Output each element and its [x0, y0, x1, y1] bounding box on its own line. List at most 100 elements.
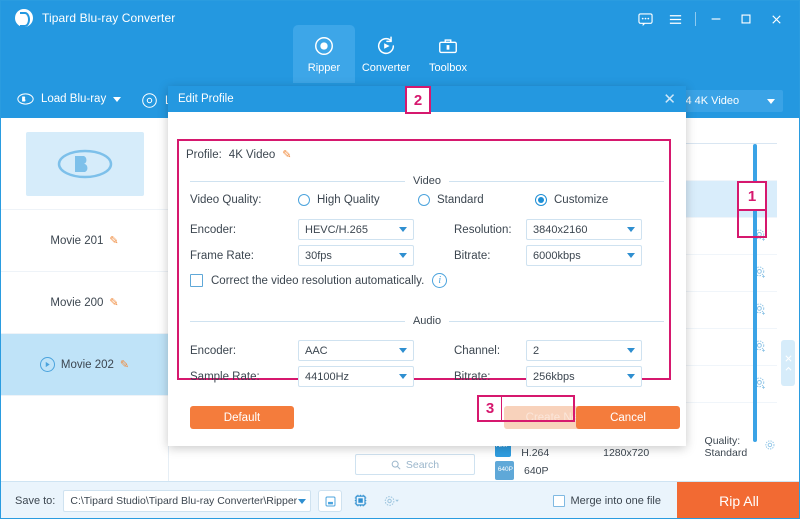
tab-ripper-label: Ripper — [307, 61, 341, 74]
video-framerate-value: 30fps — [305, 249, 332, 262]
movie-list-item[interactable]: Movie 200 ✎ — [1, 272, 168, 334]
video-quality-label: Video Quality: — [190, 194, 262, 206]
chevron-down-icon[interactable] — [399, 374, 407, 379]
video-resolution-select[interactable]: 3840x2160 — [526, 219, 642, 240]
radio-standard[interactable]: Standard — [418, 194, 535, 206]
preset-name: 640P — [524, 464, 549, 477]
edit-pencil-icon[interactable]: ✎ — [120, 358, 129, 371]
chevron-down-icon[interactable] — [627, 227, 635, 232]
video-section-divider: Video — [190, 175, 664, 187]
tab-converter[interactable]: Converter — [355, 25, 417, 83]
annotation-marker-2: 2 — [405, 86, 431, 114]
profile-label: Profile: — [186, 148, 222, 161]
search-input[interactable]: Search — [355, 454, 475, 475]
default-button[interactable]: Default — [190, 406, 294, 429]
feedback-icon[interactable] — [630, 7, 660, 31]
tab-toolbox[interactable]: Toolbox — [417, 25, 479, 83]
audio-section-label: Audio — [412, 315, 442, 327]
search-placeholder: Search — [405, 458, 440, 471]
edit-pencil-icon[interactable]: ✎ — [109, 234, 118, 247]
menu-icon[interactable] — [660, 7, 690, 31]
rip-all-button[interactable]: Rip All — [677, 481, 799, 518]
minimize-icon[interactable] — [701, 7, 731, 31]
chevron-down-icon[interactable] — [627, 253, 635, 258]
profile-row: Profile: 4K Video ✎ — [186, 148, 291, 162]
tab-ripper[interactable]: Ripper — [293, 25, 355, 83]
audio-bitrate-label: Bitrate: — [454, 370, 491, 383]
app-branding: Tipard Blu-ray Converter — [15, 9, 175, 27]
merge-option[interactable]: Merge into one file — [552, 495, 661, 507]
video-bitrate-select[interactable]: 6000kbps — [526, 245, 642, 266]
movie-thumbnail-row — [1, 118, 168, 210]
app-title: Tipard Blu-ray Converter — [42, 11, 176, 25]
panel-collapse-handle[interactable] — [781, 340, 795, 386]
preset-quality: Quality: Standard — [704, 435, 748, 459]
preset-area: AVI Search 720P Encoder: H.264 Resolutio… — [337, 435, 777, 481]
audio-bitrate-select[interactable]: 256kbps — [526, 366, 642, 387]
chevron-down-icon[interactable] — [399, 253, 407, 258]
dialog-body: Profile: 4K Video ✎ Video Video Quality:… — [168, 112, 686, 446]
audio-samplerate-value: 44100Hz — [305, 370, 350, 383]
radio-high-quality-label: High Quality — [317, 194, 380, 206]
app-logo-icon — [15, 9, 33, 27]
close-icon[interactable] — [761, 7, 791, 31]
load-bluray-button[interactable]: Load Blu-ray — [17, 92, 122, 106]
audio-bitrate-value: 256kbps — [533, 370, 575, 383]
radio-high-quality[interactable]: High Quality — [298, 194, 418, 206]
movie-list-item[interactable]: Movie 201 ✎ — [1, 210, 168, 272]
application-window: Tipard Blu-ray Converter Ripper Converte… — [0, 0, 800, 519]
movie-list-item-selected[interactable]: Movie 202 ✎ — [1, 334, 168, 396]
auto-correct-checkbox[interactable] — [190, 274, 203, 287]
cancel-button[interactable]: Cancel — [576, 406, 680, 429]
edit-pencil-icon[interactable]: ✎ — [109, 296, 118, 309]
chevron-down-icon[interactable] — [399, 227, 407, 232]
gpu-acceleration-button[interactable] — [349, 490, 373, 512]
edit-pencil-icon[interactable]: ✎ — [282, 148, 291, 161]
maximize-icon[interactable] — [731, 7, 761, 31]
audio-encoder-row: Encoder: AAC Channel: 2 — [190, 340, 660, 361]
audio-encoder-select[interactable]: AAC — [298, 340, 414, 361]
video-framerate-select[interactable]: 30fps — [298, 245, 414, 266]
radio-customize[interactable]: Customize — [535, 194, 608, 206]
chevron-down-icon[interactable] — [113, 96, 122, 102]
preset-badge-icon: 640P — [495, 461, 514, 480]
title-bar: Tipard Blu-ray Converter Ripper Converte… — [1, 1, 799, 83]
merge-checkbox[interactable] — [552, 495, 565, 507]
radio-dot-icon — [298, 194, 310, 206]
chevron-down-icon[interactable] — [627, 348, 635, 353]
dialog-close-icon[interactable]: ✕ — [663, 92, 676, 107]
annotation-highlight-gear — [737, 209, 767, 238]
profile-value: 4K Video — [228, 148, 276, 161]
load-disc-button[interactable]: L — [141, 92, 171, 109]
chevron-down-icon[interactable] — [399, 348, 407, 353]
chevron-down-icon[interactable] — [627, 374, 635, 379]
video-encoder-select[interactable]: HEVC/H.265 — [298, 219, 414, 240]
video-encoder-row: Encoder: HEVC/H.265 Resolution: 3840x216… — [190, 219, 660, 240]
annotation-marker-3: 3 — [477, 395, 501, 422]
chevron-down-icon[interactable] — [298, 498, 307, 504]
audio-samplerate-label: Sample Rate: — [190, 370, 260, 383]
video-bitrate-label: Bitrate: — [454, 249, 491, 262]
audio-channel-select[interactable]: 2 — [526, 340, 642, 361]
audio-encoder-label: Encoder: — [190, 344, 237, 357]
chevron-down-icon[interactable] — [767, 98, 775, 104]
video-resolution-label: Resolution: — [454, 223, 512, 236]
info-icon[interactable]: i — [432, 273, 448, 288]
audio-section-divider: Audio — [190, 315, 665, 327]
video-framerate-row: Frame Rate: 30fps Bitrate: 6000kbps — [190, 245, 660, 266]
dialog-footer: Default Create New Cancel — [168, 390, 686, 446]
play-icon[interactable] — [39, 357, 55, 372]
open-folder-button[interactable] — [318, 490, 343, 512]
dialog-title: Edit Profile — [178, 93, 234, 105]
settings-gear-icon[interactable] — [764, 439, 777, 455]
preset-row[interactable]: 640P 640P — [495, 461, 777, 480]
save-path-input[interactable]: C:\Tipard Studio\Tipard Blu-ray Converte… — [63, 490, 312, 512]
preferences-button[interactable] — [380, 490, 404, 512]
radio-dot-icon — [418, 194, 430, 206]
audio-samplerate-select[interactable]: 44100Hz — [298, 366, 414, 387]
edit-profile-dialog: Edit Profile ✕ Profile: 4K Video ✎ Video… — [168, 86, 686, 446]
video-encoder-label: Encoder: — [190, 223, 237, 236]
radio-dot-icon-selected — [535, 194, 547, 206]
video-bitrate-value: 6000kbps — [533, 249, 581, 262]
divider-line-left — [190, 180, 406, 182]
